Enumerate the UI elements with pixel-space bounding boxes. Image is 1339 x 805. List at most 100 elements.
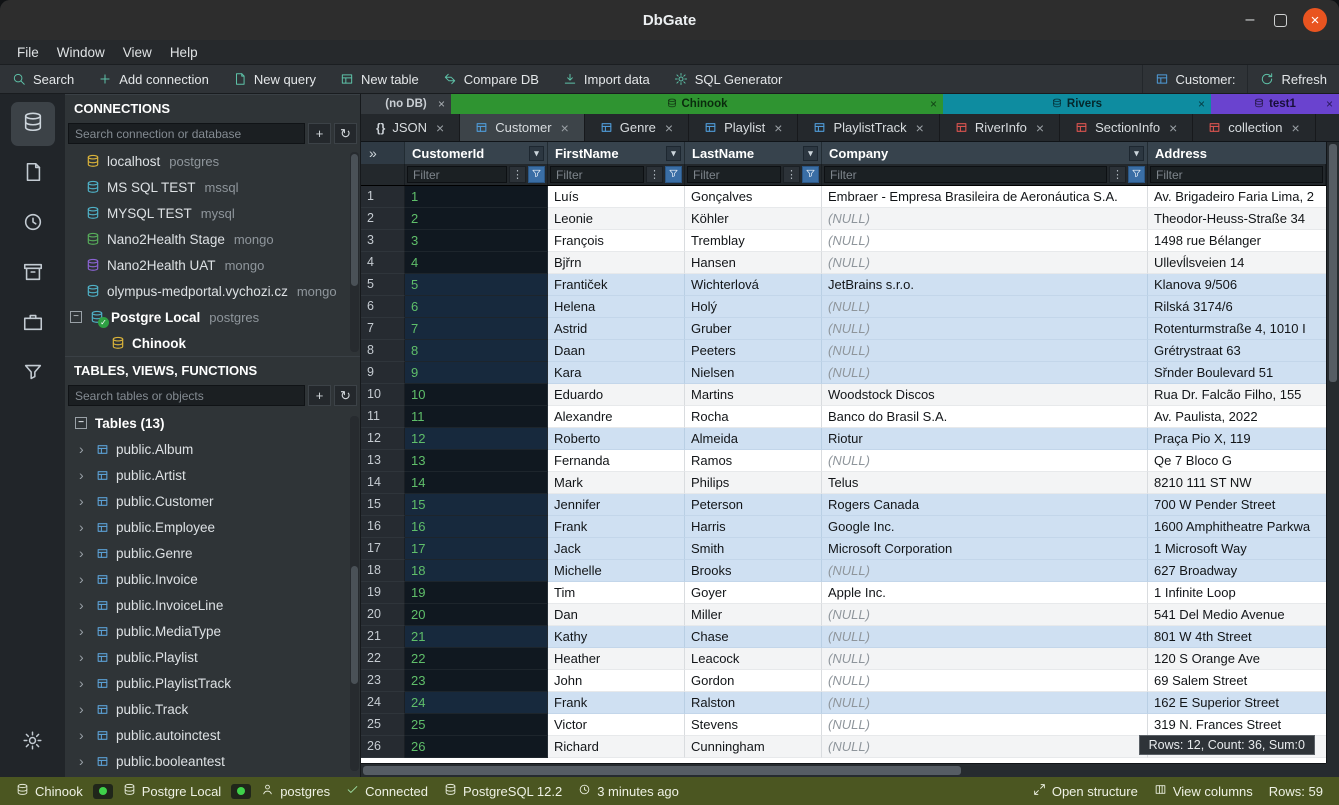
scrollbar-thumb[interactable] (363, 766, 961, 775)
sql-generator-button[interactable]: SQL Generator (662, 65, 795, 93)
grid-cell[interactable]: Eduardo (548, 384, 685, 406)
table-item-public-genre[interactable]: ›public.Genre (65, 540, 360, 566)
connection-localhost[interactable]: localhostpostgres (65, 148, 360, 174)
grid-cell[interactable]: 700 W Pender Street (1148, 494, 1326, 516)
grid-cell[interactable]: 20 (405, 604, 548, 626)
row-number[interactable]: 12 (361, 428, 405, 450)
grid-cell[interactable]: Köhler (685, 208, 822, 230)
table-row[interactable]: 2121KathyChase(NULL)801 W 4th Street (361, 626, 1326, 648)
db-group-tab-rivers[interactable]: Rivers× (943, 94, 1211, 114)
connection-olympus-medportal-vychozi-cz[interactable]: olympus-medportal.vychozi.czmongo (65, 278, 360, 304)
grid-cell[interactable]: Riotur (822, 428, 1148, 450)
close-tab-icon[interactable]: × (1292, 120, 1300, 136)
table-item-public-invoiceline[interactable]: ›public.InvoiceLine (65, 592, 360, 618)
grid-cell[interactable]: Smith (685, 538, 822, 560)
column-dropdown-icon[interactable]: ▾ (803, 146, 818, 161)
grid-cell[interactable]: 4 (405, 252, 548, 274)
grid-cell[interactable]: Grétrystraat 63 (1148, 340, 1326, 362)
db-group-tab-chinook[interactable]: Chinook× (451, 94, 943, 114)
row-number[interactable]: 10 (361, 384, 405, 406)
filter-funnel-button[interactable] (802, 166, 819, 183)
tab-customer[interactable]: Customer× (460, 114, 585, 141)
row-number[interactable]: 6 (361, 296, 405, 318)
row-number[interactable]: 4 (361, 252, 405, 274)
grid-cell[interactable]: 541 Del Medio Avenue (1148, 604, 1326, 626)
grid-cell[interactable]: Nielsen (685, 362, 822, 384)
collapse-icon[interactable]: − (70, 311, 82, 323)
close-tab-icon[interactable]: × (930, 97, 937, 111)
grid-cell[interactable]: Astrid (548, 318, 685, 340)
add-connection-mini-button[interactable]: + (308, 123, 331, 144)
grid-cell[interactable]: Helena (548, 296, 685, 318)
table-item-public-employee[interactable]: ›public.Employee (65, 514, 360, 540)
grid-cell[interactable]: Goyer (685, 582, 822, 604)
grid-cell[interactable]: Theodor-Heuss-Straße 34 (1148, 208, 1326, 230)
column-dropdown-icon[interactable]: ▾ (666, 146, 681, 161)
row-number[interactable]: 1 (361, 186, 405, 208)
table-row[interactable]: 1616FrankHarrisGoogle Inc.1600 Amphithea… (361, 516, 1326, 538)
status-connection[interactable]: Postgre Local (115, 783, 230, 799)
grid-cell[interactable]: Daan (548, 340, 685, 362)
close-tab-icon[interactable]: × (916, 120, 924, 136)
row-number[interactable]: 9 (361, 362, 405, 384)
rail-files-button[interactable] (11, 152, 55, 196)
chevron-right-icon[interactable]: › (79, 701, 89, 717)
tables-scrollbar[interactable] (350, 416, 359, 771)
table-row[interactable]: 44BjřrnHansen(NULL)Ullevĺlsveien 14 (361, 252, 1326, 274)
filter-input-customerid[interactable] (407, 166, 507, 183)
close-tab-icon[interactable]: × (1169, 120, 1177, 136)
grid-cell[interactable]: Gordon (685, 670, 822, 692)
grid-cell[interactable]: 6 (405, 296, 548, 318)
grid-cell[interactable]: (NULL) (822, 340, 1148, 362)
row-number[interactable]: 7 (361, 318, 405, 340)
grid-cell[interactable]: Leacock (685, 648, 822, 670)
grid-cell[interactable]: John (548, 670, 685, 692)
table-row[interactable]: 2020DanMiller(NULL)541 Del Medio Avenue (361, 604, 1326, 626)
chevron-right-icon[interactable]: › (79, 493, 89, 509)
grid-cell[interactable]: JetBrains s.r.o. (822, 274, 1148, 296)
grid-cell[interactable]: (NULL) (822, 626, 1148, 648)
filter-funnel-button[interactable] (665, 166, 682, 183)
close-button[interactable]: × (1303, 8, 1327, 32)
grid-cell[interactable]: Gonçalves (685, 186, 822, 208)
row-number[interactable]: 15 (361, 494, 405, 516)
chevron-right-icon[interactable]: › (79, 519, 89, 535)
grid-cell[interactable]: Wichterlová (685, 274, 822, 296)
maximize-button[interactable] (1274, 14, 1287, 27)
row-number[interactable]: 24 (361, 692, 405, 714)
vertical-scrollbar[interactable] (1326, 142, 1339, 763)
row-number[interactable]: 17 (361, 538, 405, 560)
grid-cell[interactable]: Philips (685, 472, 822, 494)
grid-cell[interactable]: Chase (685, 626, 822, 648)
table-item-public-mediatype[interactable]: ›public.MediaType (65, 618, 360, 644)
grid-cell[interactable]: Jack (548, 538, 685, 560)
grid-cell[interactable]: Victor (548, 714, 685, 736)
table-row[interactable]: 1111AlexandreRochaBanco do Brasil S.A.Av… (361, 406, 1326, 428)
grid-cell[interactable]: Rogers Canada (822, 494, 1148, 516)
settings-button[interactable] (11, 721, 55, 765)
view-columns-button[interactable]: View columns (1146, 783, 1261, 799)
grid-cell[interactable]: Praça Pio X, 119 (1148, 428, 1326, 450)
grid-cell[interactable]: Telus (822, 472, 1148, 494)
grid-cell[interactable]: 25 (405, 714, 548, 736)
horizontal-scrollbar[interactable] (361, 763, 1326, 777)
table-row[interactable]: 2525VictorStevens(NULL)319 N. Frances St… (361, 714, 1326, 736)
tab-playlisttrack[interactable]: PlaylistTrack× (798, 114, 939, 141)
grid-cell[interactable]: 15 (405, 494, 548, 516)
grid-cell[interactable]: Bjřrn (548, 252, 685, 274)
menu-help[interactable]: Help (161, 45, 207, 60)
grid-cell[interactable]: Harris (685, 516, 822, 538)
filter-input-firstname[interactable] (550, 166, 644, 183)
grid-cell[interactable]: 17 (405, 538, 548, 560)
row-number[interactable]: 8 (361, 340, 405, 362)
grid-cell[interactable]: (NULL) (822, 604, 1148, 626)
grid-cell[interactable]: (NULL) (822, 450, 1148, 472)
column-header-lastname[interactable]: LastName ▾ (685, 142, 822, 164)
chevron-right-icon[interactable]: › (79, 675, 89, 691)
grid-cell[interactable]: Holý (685, 296, 822, 318)
connection-nano2health-stage[interactable]: Nano2Health Stagemongo (65, 226, 360, 252)
table-row[interactable]: 22LeonieKöhler(NULL)Theodor-Heuss-Straße… (361, 208, 1326, 230)
column-header-company[interactable]: Company ▾ (822, 142, 1148, 164)
tables-group-toggle[interactable]: − Tables (13) (65, 410, 360, 436)
column-header-firstname[interactable]: FirstName ▾ (548, 142, 685, 164)
